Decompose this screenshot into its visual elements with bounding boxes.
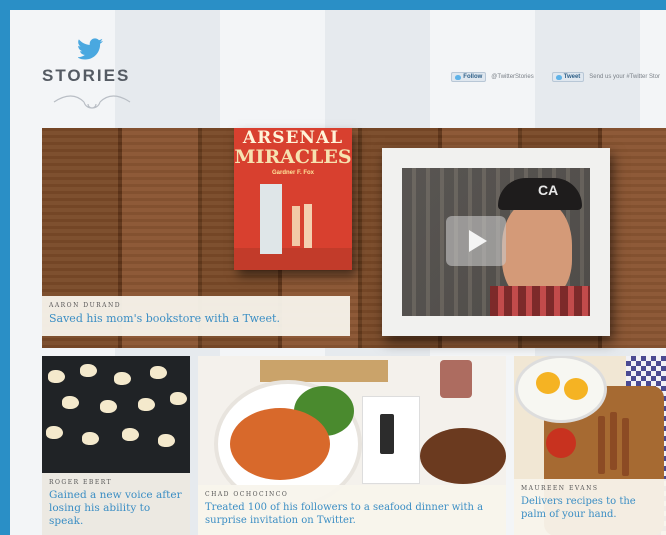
tile-caption[interactable]: Maureen Evans Delivers recipes to the pa… xyxy=(514,479,666,535)
popcorn-piece xyxy=(46,426,63,439)
story-tile[interactable]: Chad Ochocinco Treated 100 of his follow… xyxy=(198,356,506,535)
book-tower xyxy=(260,184,282,254)
video-frame[interactable]: CA xyxy=(382,148,610,336)
popcorn-piece xyxy=(114,372,131,385)
book-ground xyxy=(234,248,352,270)
tile-caption[interactable]: Chad Ochocinco Treated 100 of his follow… xyxy=(198,485,506,535)
popcorn-piece xyxy=(138,398,155,411)
stories-page: STORIES Follow @TwitterStories Tweet Sen… xyxy=(10,10,666,535)
follow-button[interactable]: Follow xyxy=(451,72,487,82)
story-author-name: Roger Ebert xyxy=(49,479,113,486)
twitter-bird-icon xyxy=(78,38,103,60)
book-figure xyxy=(304,204,312,248)
popcorn-piece xyxy=(62,396,79,409)
tweet-button-label: Tweet xyxy=(563,74,581,80)
story-author-name: Chad Ochocinco xyxy=(205,491,289,498)
fork-icon xyxy=(380,414,394,454)
book-author: Gardner F. Fox xyxy=(271,170,314,176)
brand-title: STORIES xyxy=(42,66,131,85)
popcorn-piece xyxy=(150,366,167,379)
story-author-name: Maureen Evans xyxy=(521,485,599,492)
popcorn-piece xyxy=(82,432,99,445)
social-bar: Follow @TwitterStories Tweet Send us you… xyxy=(451,70,660,84)
book-title-line-1: ARSENAL xyxy=(242,128,344,148)
tweet-prompt-text: Send us your #Twitter Stor xyxy=(589,74,660,80)
egg-yolk xyxy=(536,372,560,394)
play-icon[interactable] xyxy=(446,216,506,266)
story-summary-link[interactable]: Saved his mom's bookstore with a Tweet. xyxy=(49,312,343,325)
stories-logo[interactable]: STORIES xyxy=(42,38,142,118)
story-tile[interactable]: Maureen Evans Delivers recipes to the pa… xyxy=(514,356,666,535)
follow-handle-link[interactable]: @TwitterStories xyxy=(491,74,533,80)
person-face xyxy=(502,200,572,300)
popcorn-piece xyxy=(100,400,117,413)
video-thumbnail: CA xyxy=(402,168,590,316)
egg-yolk xyxy=(564,378,588,400)
flourish-ornament xyxy=(53,95,131,109)
book-cover-image: ARSENAL MIRACLES Gardner F. Fox xyxy=(234,128,352,270)
plaid-shirt xyxy=(490,286,590,316)
popcorn-piece xyxy=(158,434,175,447)
book-figure xyxy=(292,206,300,246)
wine-glass xyxy=(440,360,472,398)
popcorn-piece xyxy=(48,370,65,383)
serving-board xyxy=(260,360,388,382)
tomato xyxy=(546,428,576,458)
story-summary-link[interactable]: Treated 100 of his followers to a seafoo… xyxy=(205,501,499,527)
tweet-button[interactable]: Tweet xyxy=(551,72,585,82)
book-title-line-2: MIRACLES xyxy=(234,146,352,168)
featured-story[interactable]: ARSENAL MIRACLES Gardner F. Fox CA Aaron… xyxy=(42,128,666,348)
cap-logo: CA xyxy=(538,182,559,198)
twitter-bird-icon xyxy=(455,74,462,80)
popcorn-piece xyxy=(80,364,97,377)
football xyxy=(420,428,506,484)
crab-dish xyxy=(230,408,330,480)
twitter-bird-icon xyxy=(555,74,562,80)
popcorn-piece xyxy=(122,428,139,441)
follow-button-label: Follow xyxy=(463,74,483,80)
story-summary-link[interactable]: Gained a new voice after losing his abil… xyxy=(49,489,183,528)
tile-caption[interactable]: Roger Ebert Gained a new voice after los… xyxy=(42,473,190,535)
mixing-bowl xyxy=(518,358,604,420)
story-summary-link[interactable]: Delivers recipes to the palm of your han… xyxy=(521,495,659,521)
hero-story-caption[interactable]: Aaron Durand Saved his mom's bookstore w… xyxy=(42,296,350,336)
story-tile[interactable]: Roger Ebert Gained a new voice after los… xyxy=(42,356,190,535)
cinnamon-stick xyxy=(610,412,617,470)
story-author-name: Aaron Durand xyxy=(49,302,122,309)
cinnamon-stick xyxy=(598,416,605,474)
cinnamon-stick xyxy=(622,418,629,476)
popcorn-piece xyxy=(170,392,187,405)
